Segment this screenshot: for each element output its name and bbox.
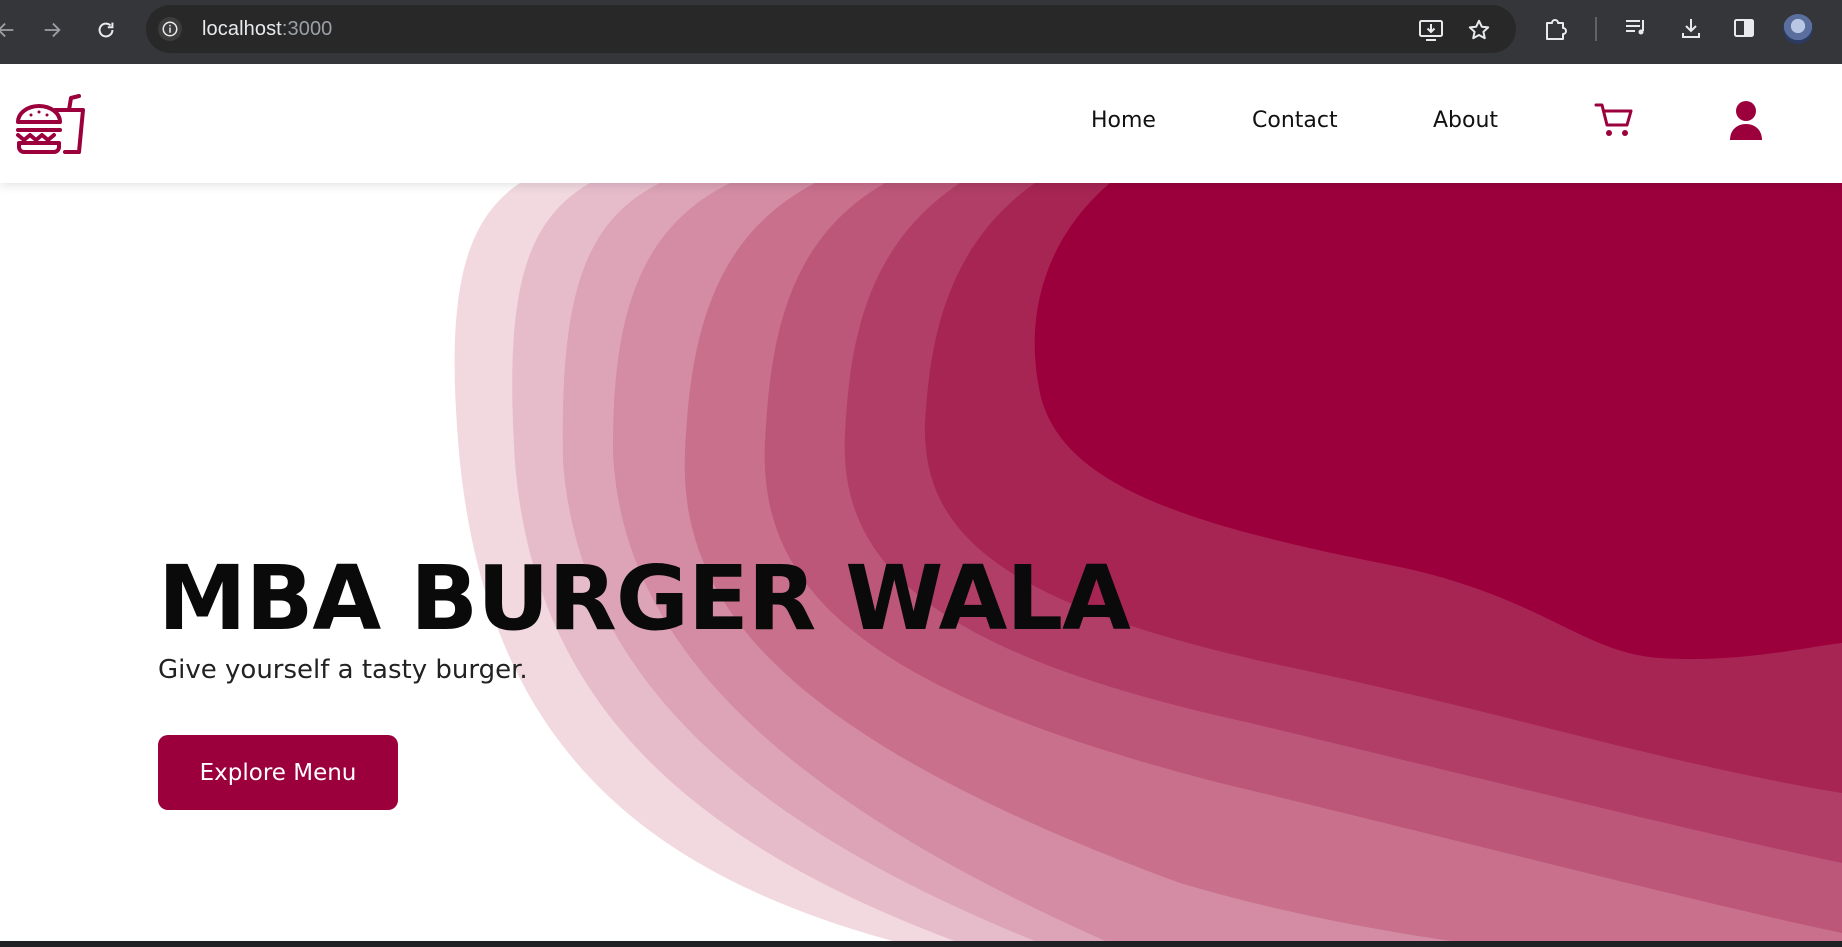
user-profile-icon[interactable] xyxy=(1728,100,1764,142)
side-panel-icon[interactable] xyxy=(1730,14,1758,42)
downloads-icon[interactable] xyxy=(1677,14,1705,42)
reload-icon[interactable] xyxy=(88,12,124,48)
nav-about-link[interactable]: About xyxy=(1433,108,1498,133)
url-host: localhost xyxy=(202,18,282,40)
hero-title: MBA BURGER WALA xyxy=(158,546,1131,650)
nav-contact-link[interactable]: Contact xyxy=(1252,108,1338,133)
browser-toolbar: localhost:3000 xyxy=(0,0,1842,64)
url-port: :3000 xyxy=(281,18,333,40)
window-bottom-edge xyxy=(0,941,1842,947)
cart-icon[interactable] xyxy=(1594,100,1634,140)
forward-icon[interactable] xyxy=(34,12,70,48)
page-viewport: Home Contact About MBA BURGER WALA Give … xyxy=(0,64,1842,941)
burger-drink-logo-icon[interactable] xyxy=(15,88,85,158)
toolbar-divider xyxy=(1595,17,1597,41)
site-info-icon[interactable] xyxy=(158,17,182,41)
bookmark-star-icon[interactable] xyxy=(1466,17,1492,43)
hero-section: MBA BURGER WALA Give yourself a tasty bu… xyxy=(158,546,1131,686)
media-control-icon[interactable] xyxy=(1622,14,1650,42)
explore-menu-button[interactable]: Explore Menu xyxy=(158,735,398,810)
site-header: Home Contact About xyxy=(0,64,1842,183)
nav-home-link[interactable]: Home xyxy=(1091,108,1156,133)
install-app-icon[interactable] xyxy=(1418,17,1444,43)
url-text[interactable]: localhost:3000 xyxy=(202,18,332,41)
hero-subtitle: Give yourself a tasty burger. xyxy=(158,655,528,685)
address-bar[interactable]: localhost:3000 xyxy=(146,5,1516,53)
profile-avatar[interactable] xyxy=(1783,14,1813,44)
extensions-icon[interactable] xyxy=(1542,14,1570,42)
back-icon[interactable] xyxy=(0,12,24,48)
